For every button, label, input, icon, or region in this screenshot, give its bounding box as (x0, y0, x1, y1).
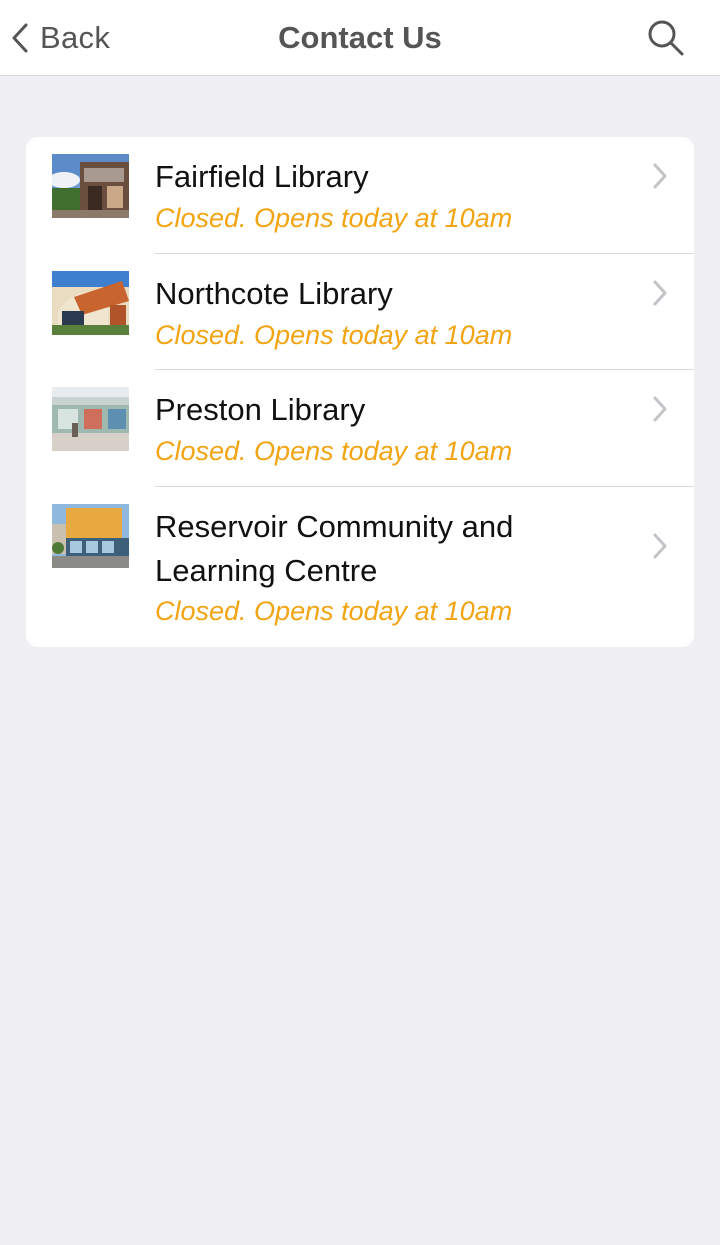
navigation-bar: Back Contact Us (0, 0, 720, 76)
library-name: Preston Library (155, 392, 366, 427)
library-status: Closed. Opens today at 10am (155, 436, 513, 466)
library-name: Reservoir Community and Learning Centre (155, 509, 514, 588)
fairfield-library-thumbnail (52, 154, 129, 218)
northcote-library-thumbnail (52, 271, 129, 335)
library-status: Closed. Opens today at 10am (155, 596, 513, 626)
preston-library-thumbnail (52, 387, 129, 451)
chevron-right-icon (650, 162, 670, 190)
chevron-right-icon (650, 395, 670, 423)
library-name: Fairfield Library (155, 159, 369, 194)
library-row-reservoir[interactable]: Reservoir Community and Learning Centre … (26, 487, 694, 647)
chevron-right-icon (650, 532, 670, 560)
library-row-northcote[interactable]: Northcote Library Closed. Opens today at… (26, 254, 694, 370)
library-row-preston[interactable]: Preston Library Closed. Opens today at 1… (26, 370, 694, 487)
reservoir-centre-thumbnail (52, 504, 129, 568)
library-status: Closed. Opens today at 10am (155, 203, 513, 233)
library-row-fairfield[interactable]: Fairfield Library Closed. Opens today at… (26, 137, 694, 254)
library-status: Closed. Opens today at 10am (155, 320, 513, 350)
library-name: Northcote Library (155, 276, 393, 311)
library-list: Fairfield Library Closed. Opens today at… (26, 137, 694, 647)
search-icon (646, 20, 686, 62)
search-button[interactable] (646, 18, 686, 58)
page-title: Contact Us (278, 20, 442, 55)
chevron-right-icon (650, 279, 670, 307)
